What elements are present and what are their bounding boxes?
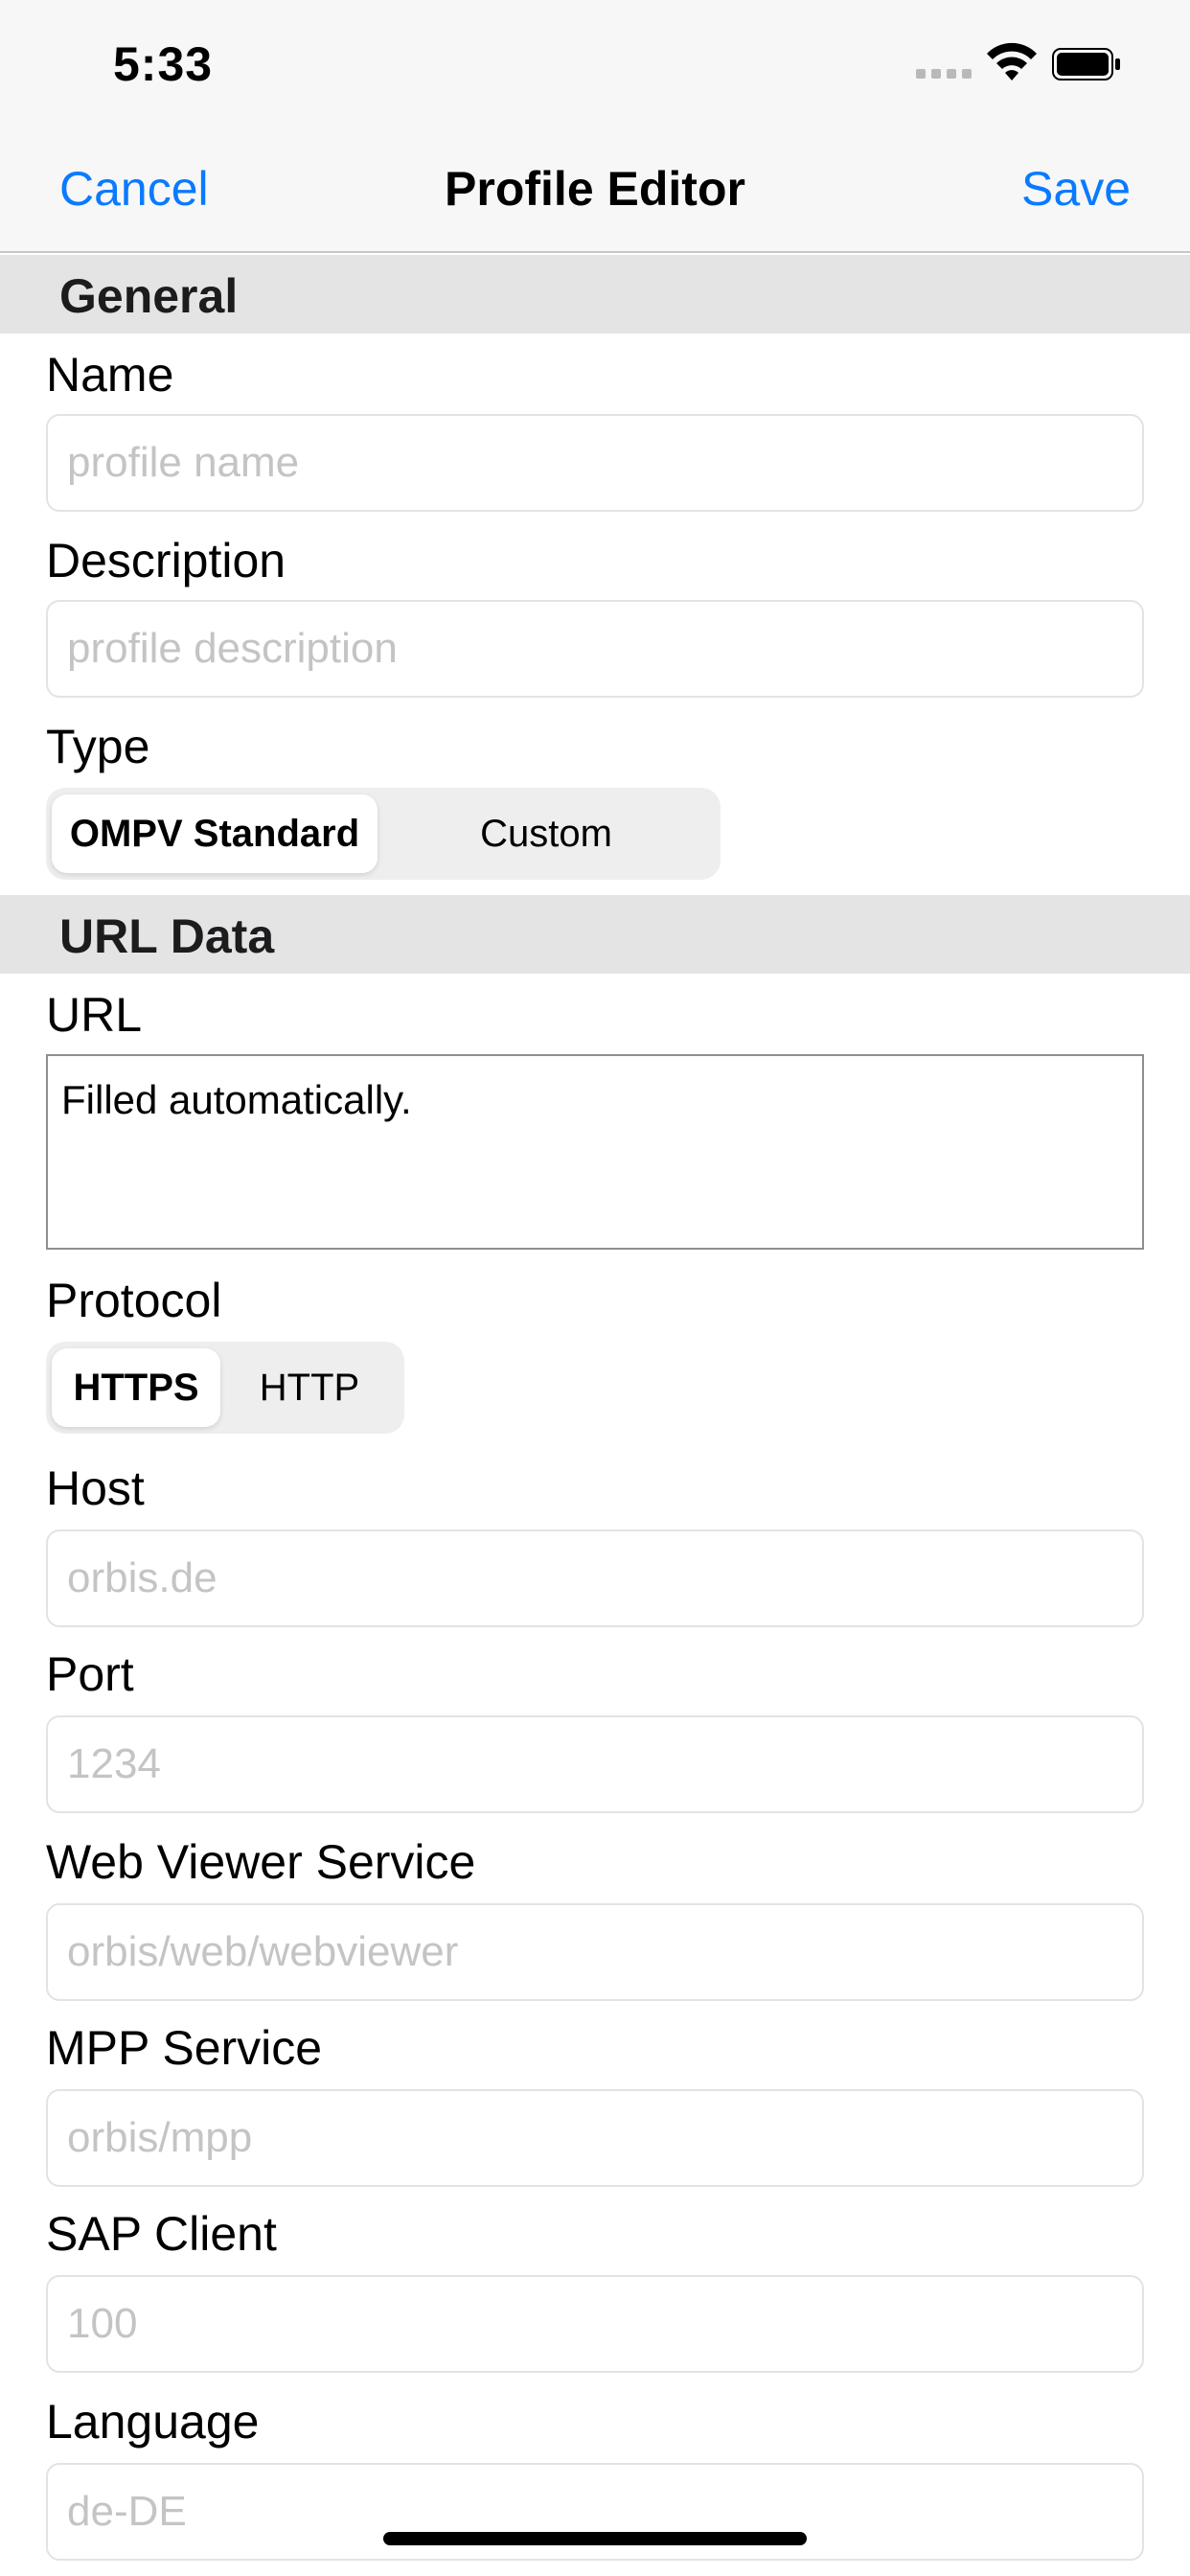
- mpp-service-input[interactable]: [46, 2089, 1144, 2187]
- section-header-url-data: URL Data: [0, 895, 1190, 974]
- sap-client-input[interactable]: [46, 2275, 1144, 2373]
- host-label: Host: [46, 1461, 145, 1515]
- protocol-option-https[interactable]: HTTPS: [52, 1348, 220, 1427]
- type-segmented-control: OMPV Standard Custom: [46, 788, 721, 880]
- port-input[interactable]: [46, 1715, 1144, 1813]
- web-viewer-service-label: Web Viewer Service: [46, 1835, 476, 1889]
- signal-icon: [916, 69, 972, 79]
- description-label: Description: [46, 534, 286, 587]
- section-header-general: General: [0, 255, 1190, 334]
- top-bar: 5:33 Cancel Profile Editor Save: [0, 0, 1190, 253]
- save-button[interactable]: Save: [1021, 161, 1131, 217]
- language-input[interactable]: [46, 2463, 1144, 2561]
- status-time: 5:33: [113, 37, 214, 91]
- section-title: General: [59, 269, 239, 323]
- url-text-view[interactable]: Filled automatically.: [46, 1054, 1144, 1250]
- type-option-custom[interactable]: Custom: [378, 794, 715, 873]
- host-input[interactable]: [46, 1530, 1144, 1627]
- port-label: Port: [46, 1647, 134, 1701]
- protocol-option-http[interactable]: HTTP: [220, 1348, 399, 1427]
- protocol-label: Protocol: [46, 1274, 222, 1327]
- name-label: Name: [46, 348, 174, 402]
- web-viewer-service-input[interactable]: [46, 1903, 1144, 2001]
- wifi-icon: [987, 42, 1037, 80]
- mpp-service-label: MPP Service: [46, 2021, 323, 2075]
- url-label: URL: [46, 988, 143, 1042]
- type-option-ompv-standard[interactable]: OMPV Standard: [52, 794, 378, 873]
- section-title: URL Data: [59, 909, 275, 963]
- home-indicator: [383, 2532, 807, 2545]
- description-input[interactable]: [46, 600, 1144, 698]
- sap-client-label: SAP Client: [46, 2207, 277, 2261]
- name-input[interactable]: [46, 414, 1144, 512]
- battery-icon: [1052, 48, 1120, 80]
- protocol-segmented-control: HTTPS HTTP: [46, 1342, 404, 1434]
- profile-editor-screen: 5:33 Cancel Profile Editor Save General …: [0, 0, 1190, 2576]
- language-label: Language: [46, 2395, 260, 2449]
- type-label: Type: [46, 720, 150, 773]
- page-title: Profile Editor: [445, 162, 745, 216]
